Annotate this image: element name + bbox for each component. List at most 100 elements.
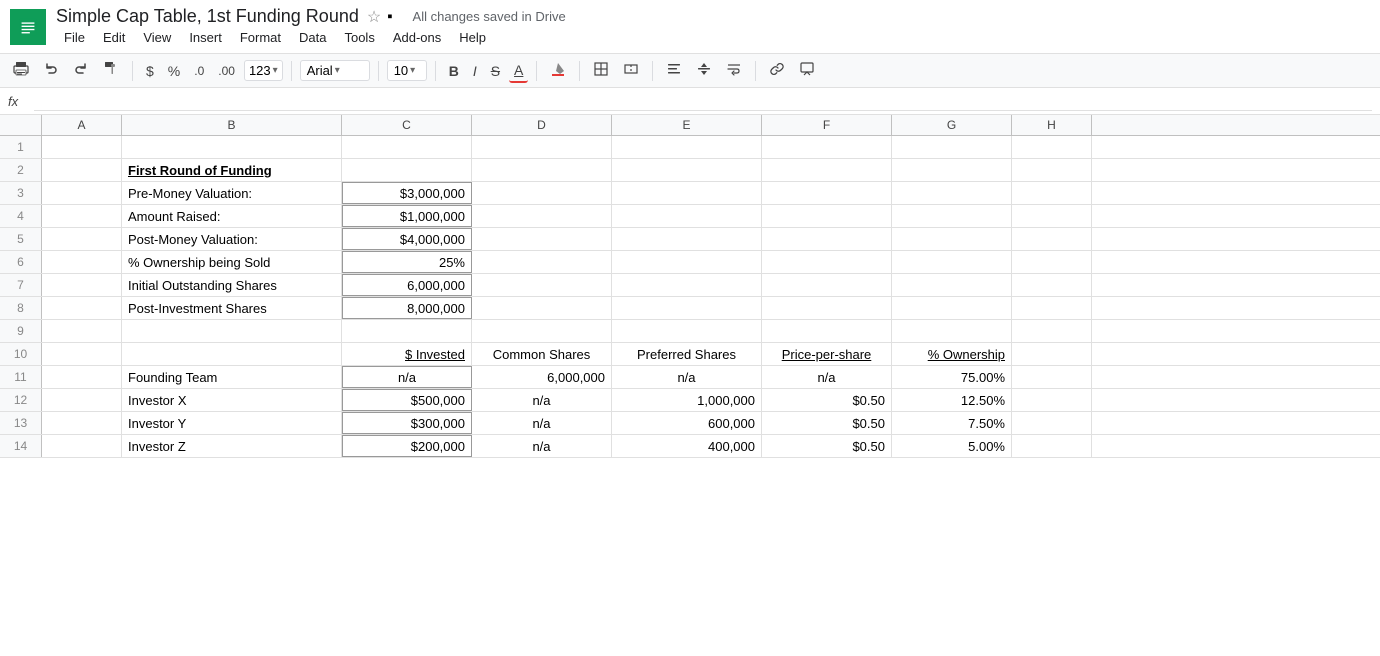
cell-f2[interactable] [762, 159, 892, 181]
cell-f3[interactable] [762, 182, 892, 204]
cell-g6[interactable] [892, 251, 1012, 273]
cell-b12[interactable]: Investor X [122, 389, 342, 411]
cell-c7[interactable]: 6,000,000 [342, 274, 472, 296]
cell-a1[interactable] [42, 136, 122, 158]
cell-f13[interactable]: $0.50 [762, 412, 892, 434]
redo-button[interactable] [68, 58, 94, 83]
cell-d7[interactable] [472, 274, 612, 296]
cell-b1[interactable] [122, 136, 342, 158]
cell-e1[interactable] [612, 136, 762, 158]
cell-b7[interactable]: Initial Outstanding Shares [122, 274, 342, 296]
cell-e3[interactable] [612, 182, 762, 204]
cell-d6[interactable] [472, 251, 612, 273]
cell-b11[interactable]: Founding Team [122, 366, 342, 388]
cell-d11[interactable]: 6,000,000 [472, 366, 612, 388]
cell-f11[interactable]: n/a [762, 366, 892, 388]
col-header-c[interactable]: C [342, 115, 472, 135]
cell-c9[interactable] [342, 320, 472, 342]
cell-b4[interactable]: Amount Raised: [122, 205, 342, 227]
cell-g14[interactable]: 5.00% [892, 435, 1012, 457]
menu-edit[interactable]: Edit [95, 28, 133, 47]
cell-d13[interactable]: n/a [472, 412, 612, 434]
cell-b9[interactable] [122, 320, 342, 342]
cell-b14[interactable]: Investor Z [122, 435, 342, 457]
paint-format-button[interactable] [98, 58, 124, 83]
cell-g12[interactable]: 12.50% [892, 389, 1012, 411]
cell-f1[interactable] [762, 136, 892, 158]
cell-a14[interactable] [42, 435, 122, 457]
col-header-e[interactable]: E [612, 115, 762, 135]
font-size-dropdown[interactable]: 10 ▾ [387, 60, 427, 81]
menu-insert[interactable]: Insert [181, 28, 230, 47]
cell-e14[interactable]: 400,000 [612, 435, 762, 457]
cell-e7[interactable] [612, 274, 762, 296]
bold-button[interactable]: B [444, 60, 464, 82]
cell-h3[interactable] [1012, 182, 1092, 204]
cell-h12[interactable] [1012, 389, 1092, 411]
cell-f4[interactable] [762, 205, 892, 227]
cell-c1[interactable] [342, 136, 472, 158]
cell-d12[interactable]: n/a [472, 389, 612, 411]
cell-b8[interactable]: Post-Investment Shares [122, 297, 342, 319]
cell-a5[interactable] [42, 228, 122, 250]
cell-g9[interactable] [892, 320, 1012, 342]
cell-a13[interactable] [42, 412, 122, 434]
cell-e8[interactable] [612, 297, 762, 319]
col-header-d[interactable]: D [472, 115, 612, 135]
print-button[interactable] [8, 58, 34, 83]
currency-button[interactable]: $ [141, 60, 159, 82]
cell-g11[interactable]: 75.00% [892, 366, 1012, 388]
cell-a8[interactable] [42, 297, 122, 319]
cell-b10[interactable] [122, 343, 342, 365]
cell-c11[interactable]: n/a [342, 366, 472, 388]
cell-g2[interactable] [892, 159, 1012, 181]
cell-a10[interactable] [42, 343, 122, 365]
cell-g8[interactable] [892, 297, 1012, 319]
italic-button[interactable]: I [468, 60, 482, 82]
cell-b13[interactable]: Investor Y [122, 412, 342, 434]
folder-icon[interactable]: ▪ [387, 8, 392, 25]
cell-d2[interactable] [472, 159, 612, 181]
cell-f12[interactable]: $0.50 [762, 389, 892, 411]
cell-h11[interactable] [1012, 366, 1092, 388]
cell-c4[interactable]: $1,000,000 [342, 205, 472, 227]
wrap-button[interactable] [721, 58, 747, 83]
col-header-g[interactable]: G [892, 115, 1012, 135]
cell-f6[interactable] [762, 251, 892, 273]
cell-d9[interactable] [472, 320, 612, 342]
cell-d4[interactable] [472, 205, 612, 227]
cell-b5[interactable]: Post-Money Valuation: [122, 228, 342, 250]
menu-tools[interactable]: Tools [336, 28, 382, 47]
cell-e12[interactable]: 1,000,000 [612, 389, 762, 411]
undo-button[interactable] [38, 58, 64, 83]
cell-e10[interactable]: Preferred Shares [612, 343, 762, 365]
cell-e5[interactable] [612, 228, 762, 250]
cell-c6[interactable]: 25% [342, 251, 472, 273]
cell-b3[interactable]: Pre-Money Valuation: [122, 182, 342, 204]
cell-c5[interactable]: $4,000,000 [342, 228, 472, 250]
menu-addons[interactable]: Add-ons [385, 28, 449, 47]
menu-data[interactable]: Data [291, 28, 334, 47]
cell-c12[interactable]: $500,000 [342, 389, 472, 411]
comment-button[interactable] [794, 58, 820, 83]
cell-a11[interactable] [42, 366, 122, 388]
cell-a4[interactable] [42, 205, 122, 227]
percent-button[interactable]: % [163, 60, 185, 82]
cell-b6[interactable]: % Ownership being Sold [122, 251, 342, 273]
cell-c13[interactable]: $300,000 [342, 412, 472, 434]
cell-f14[interactable]: $0.50 [762, 435, 892, 457]
cell-g5[interactable] [892, 228, 1012, 250]
cell-e4[interactable] [612, 205, 762, 227]
cell-e9[interactable] [612, 320, 762, 342]
cell-h7[interactable] [1012, 274, 1092, 296]
underline-button[interactable]: A [509, 59, 528, 83]
cell-d8[interactable] [472, 297, 612, 319]
cell-g10[interactable]: % Ownership [892, 343, 1012, 365]
cell-f10[interactable]: Price-per-share [762, 343, 892, 365]
cell-c3[interactable]: $3,000,000 [342, 182, 472, 204]
valign-button[interactable] [691, 58, 717, 83]
cell-c2[interactable] [342, 159, 472, 181]
cell-h13[interactable] [1012, 412, 1092, 434]
cell-g7[interactable] [892, 274, 1012, 296]
cell-d14[interactable]: n/a [472, 435, 612, 457]
